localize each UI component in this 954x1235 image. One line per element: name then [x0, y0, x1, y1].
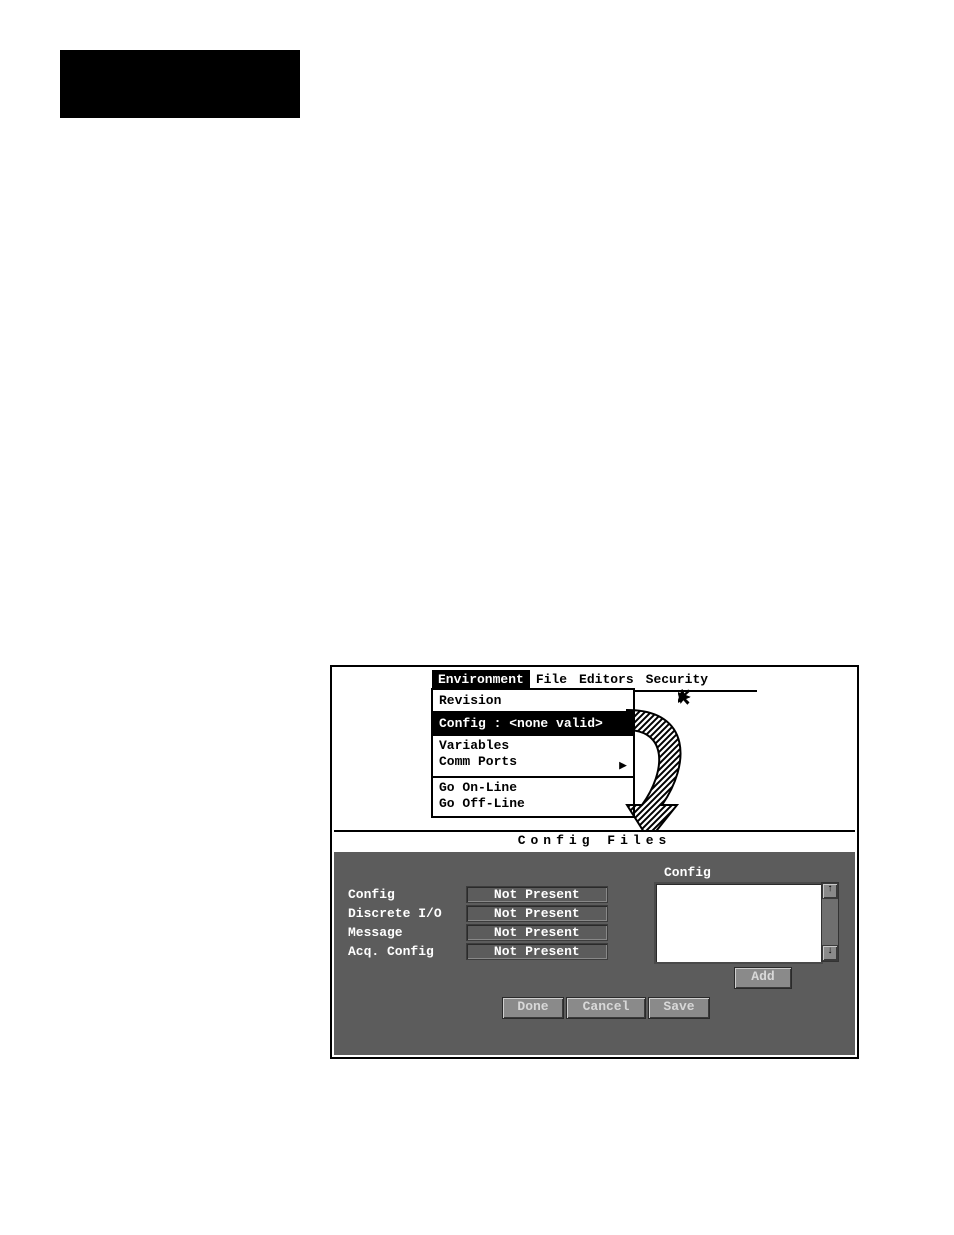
- dd-variables-commports: Variables Comm Ports ▶: [433, 734, 633, 776]
- dd-go-online[interactable]: Go On-Line: [439, 780, 627, 796]
- value-acq-config: Not Present: [466, 943, 608, 960]
- save-button[interactable]: Save: [648, 997, 710, 1019]
- menu-file[interactable]: File: [530, 670, 573, 689]
- value-discrete-io: Not Present: [466, 905, 608, 922]
- value-config: Not Present: [466, 886, 608, 903]
- dd-variables[interactable]: Variables: [439, 738, 627, 754]
- add-button[interactable]: Add: [734, 967, 792, 989]
- header-black-box: [60, 50, 300, 118]
- label-config: Config: [348, 887, 458, 902]
- menu-environment[interactable]: Environment: [432, 670, 530, 689]
- environment-dropdown: Revision Config : <none valid> Variables…: [431, 688, 635, 818]
- label-acq-config: Acq. Config: [348, 944, 458, 959]
- config-scrollbar[interactable]: ↑ ↓: [821, 882, 839, 962]
- menu-security[interactable]: Security: [640, 670, 714, 689]
- label-message: Message: [348, 925, 458, 940]
- cancel-button[interactable]: Cancel: [566, 997, 646, 1019]
- swoosh-arrow-icon: [622, 705, 692, 849]
- panel-title: Config Files: [334, 830, 855, 854]
- dd-online-offline: Go On-Line Go Off-Line: [433, 776, 633, 816]
- dd-config[interactable]: Config : <none valid>: [433, 711, 633, 734]
- config-files-panel: Config Config Not Present Discrete I/O N…: [334, 852, 855, 1055]
- config-list-header: Config: [664, 865, 711, 880]
- dd-comm-ports[interactable]: Comm Ports: [439, 754, 627, 770]
- row-discrete-io: Discrete I/O Not Present: [348, 905, 608, 924]
- row-config: Config Not Present: [348, 886, 608, 905]
- menu-editors[interactable]: Editors: [573, 670, 640, 689]
- status-table: Config Not Present Discrete I/O Not Pres…: [348, 886, 608, 962]
- config-files-screenshot: Environment File Editors Security Revisi…: [330, 665, 859, 1059]
- done-button[interactable]: Done: [502, 997, 564, 1019]
- value-message: Not Present: [466, 924, 608, 941]
- config-listbox[interactable]: [654, 882, 823, 964]
- label-discrete-io: Discrete I/O: [348, 906, 458, 921]
- scroll-up-icon[interactable]: ↑: [822, 883, 838, 899]
- row-message: Message Not Present: [348, 924, 608, 943]
- scroll-down-icon[interactable]: ↓: [822, 945, 838, 961]
- dd-revision[interactable]: Revision: [433, 690, 633, 711]
- dd-go-offline: Go Off-Line: [439, 796, 627, 812]
- row-acq-config: Acq. Config Not Present: [348, 943, 608, 962]
